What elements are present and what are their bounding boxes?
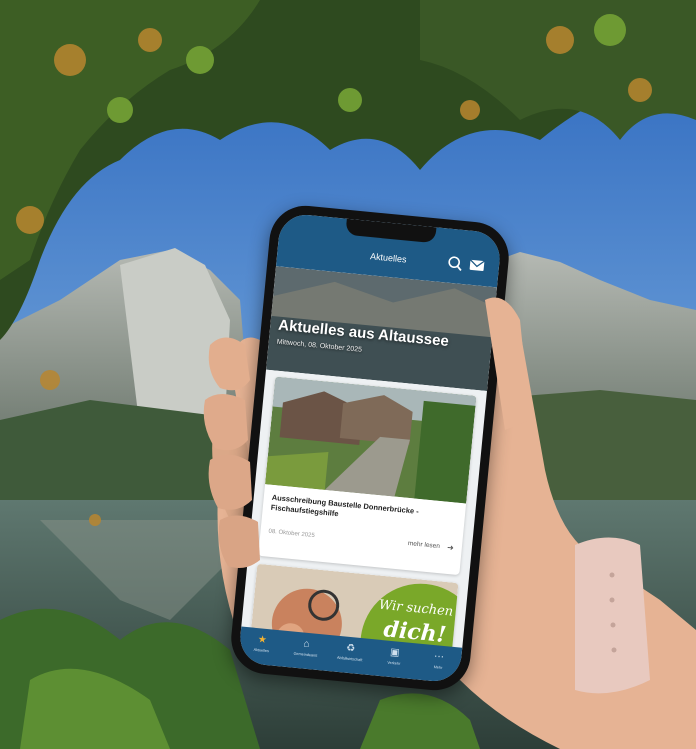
tab-abfallwirtschaft[interactable]: ♻ Abfallwirtschaft xyxy=(330,641,372,663)
app-screen: Aktuelles Aktuelles aus Altaussee Mittwo… xyxy=(237,212,503,684)
star-icon: ★ xyxy=(257,634,268,646)
smartphone: Aktuelles Aktuelles aus Altaussee Mittwo… xyxy=(228,202,512,694)
recycle-icon: ♻ xyxy=(345,642,356,655)
tab-mehr[interactable]: ⋯ Mehr xyxy=(418,650,460,672)
news-card-date: 08. Oktober 2025 xyxy=(268,528,315,540)
tab-verkehr[interactable]: ▣ Verkehr xyxy=(374,645,416,667)
read-more-link[interactable]: mehr lesen xyxy=(408,540,441,550)
watch-band xyxy=(575,537,650,694)
tab-aktuelles[interactable]: ★ Aktuelles xyxy=(241,633,283,655)
mail-icon[interactable] xyxy=(468,258,485,273)
photo-scene: Aktuelles Aktuelles aus Altaussee Mittwo… xyxy=(0,0,696,749)
search-icon[interactable] xyxy=(446,255,463,272)
hero-banner[interactable]: Aktuelles aus Altaussee Mittwoch, 08. Ok… xyxy=(266,266,497,391)
news-card[interactable]: Ausschreibung Baustelle Donnerbrücke - F… xyxy=(258,376,477,576)
car-icon: ▣ xyxy=(389,646,401,659)
tab-gemeindeamt[interactable]: ⌂ Gemeindeamt xyxy=(285,637,327,659)
news-card-image xyxy=(265,376,477,504)
home-icon: ⌂ xyxy=(302,638,310,651)
arrow-right-icon[interactable]: ➜ xyxy=(447,543,455,553)
more-icon: ⋯ xyxy=(433,651,445,664)
